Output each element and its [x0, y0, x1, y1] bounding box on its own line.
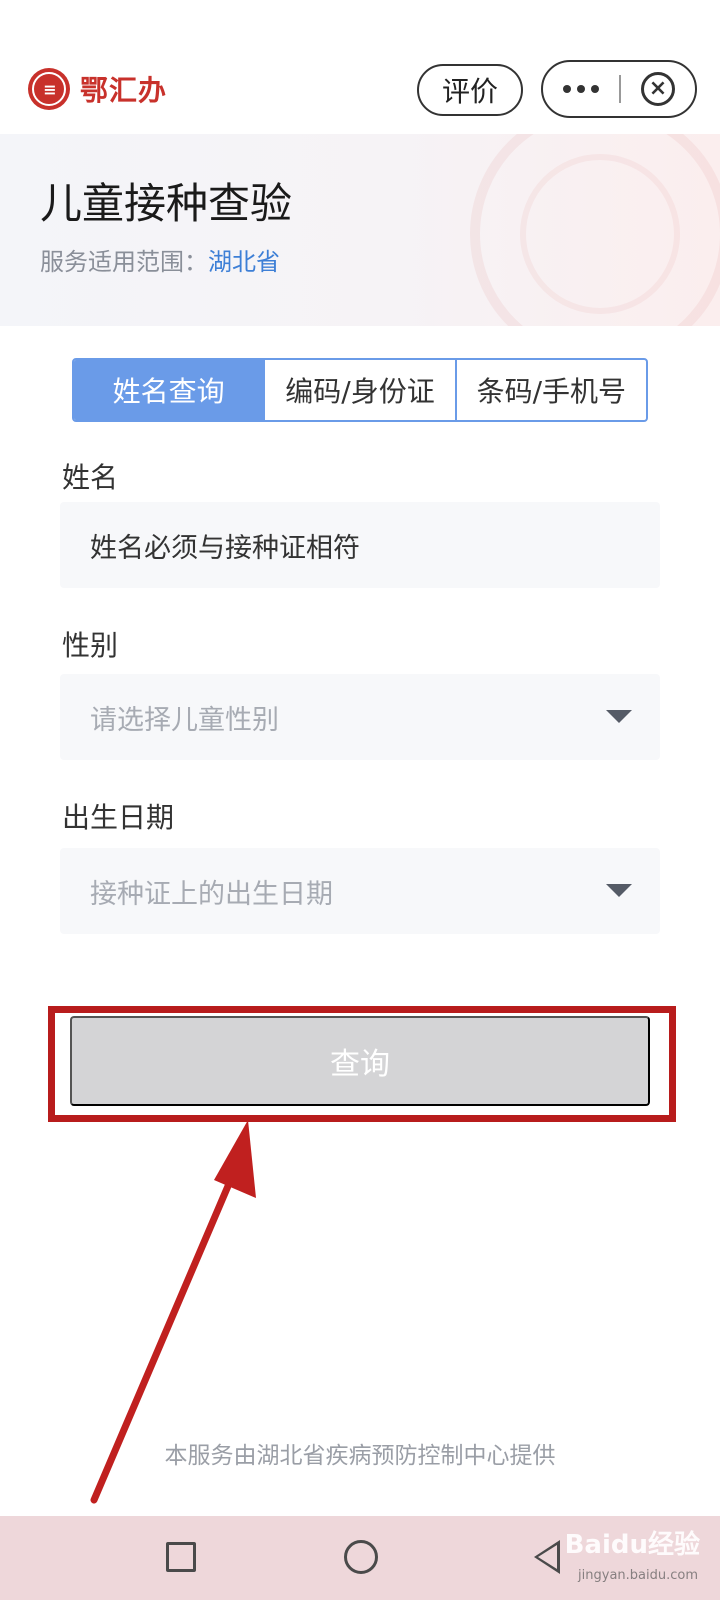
close-button[interactable]: × [621, 72, 695, 106]
close-icon: × [641, 72, 675, 106]
brand-logo-icon: ≡ [28, 68, 70, 110]
more-icon[interactable] [543, 62, 619, 116]
tab-name-query[interactable]: 姓名查询 [74, 360, 264, 420]
tab-code-idcard[interactable]: 编码/身份证 [263, 360, 454, 420]
top-nav: ≡ 鄂汇办 评价 × [0, 44, 720, 134]
rate-button[interactable]: 评价 [417, 64, 523, 116]
gender-label: 性别 [62, 629, 119, 662]
service-scope-label: 服务适用范围： [40, 248, 208, 276]
name-label: 姓名 [62, 461, 119, 494]
birthdate-label: 出生日期 [62, 801, 175, 834]
name-input-value: 姓名必须与接种证相符 [90, 532, 360, 564]
page-header-banner: 儿童接种查验 服务适用范围：湖北省 [0, 134, 720, 326]
query-mode-tabs: 姓名查询 编码/身份证 条码/手机号 [72, 358, 648, 422]
query-button[interactable]: 查询 [70, 1016, 650, 1106]
page-title: 儿童接种查验 [40, 179, 293, 228]
birthdate-picker[interactable]: 接种证上的出生日期 [60, 848, 660, 934]
gender-select-placeholder: 请选择儿童性别 [90, 704, 279, 736]
system-navigation-bar: Baidu经验 jingyan.baidu.com [0, 1516, 720, 1600]
name-input[interactable]: 姓名必须与接种证相符 [60, 502, 660, 588]
site-watermark-url: jingyan.baidu.com [578, 1568, 698, 1583]
recent-apps-icon[interactable] [166, 1542, 196, 1572]
birthdate-picker-placeholder: 接种证上的出生日期 [90, 878, 333, 910]
service-scope-value: 湖北省 [208, 248, 280, 276]
site-watermark-logo: Baidu经验 [564, 1530, 700, 1560]
brand: ≡ 鄂汇办 [28, 68, 167, 110]
service-scope: 服务适用范围：湖北省 [40, 242, 280, 277]
gender-select[interactable]: 请选择儿童性别 [60, 674, 660, 760]
chevron-down-icon [606, 710, 632, 723]
chevron-down-icon [606, 884, 632, 897]
brand-name: 鄂汇办 [80, 74, 168, 107]
tab-barcode-phone[interactable]: 条码/手机号 [454, 360, 646, 420]
home-icon[interactable] [344, 1540, 378, 1574]
banner-emblem-watermark-inner [520, 154, 680, 314]
footer-note: 本服务由湖北省疾病预防控制中心提供 [164, 1443, 556, 1469]
status-bar [0, 0, 720, 44]
miniapp-capsule: × [541, 60, 697, 118]
